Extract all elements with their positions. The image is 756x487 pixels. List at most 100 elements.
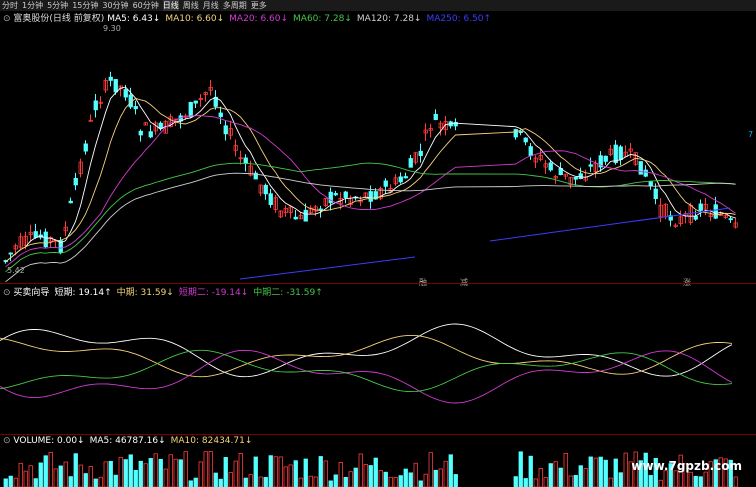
- volume-bar: [428, 452, 433, 487]
- candle-body: [293, 216, 298, 220]
- short-term-line: [0, 323, 733, 378]
- volume-bar: [538, 468, 543, 487]
- candle-body: [138, 130, 143, 136]
- volume-bar: [563, 452, 568, 487]
- volume-bar: [133, 469, 138, 487]
- volume-bar: [173, 458, 178, 487]
- volume-bar: [228, 472, 233, 487]
- volume-bar: [263, 477, 268, 487]
- candle-body: [698, 203, 703, 211]
- timeframe-7[interactable]: 周线: [183, 0, 199, 11]
- volume-bar: [88, 466, 93, 487]
- price-high-label: 9.30: [103, 24, 121, 33]
- timeframe-10[interactable]: 更多: [251, 0, 267, 11]
- volume-bar: [618, 472, 623, 487]
- volume-bar: [593, 457, 598, 487]
- volume-bar: [288, 464, 293, 487]
- volume-bar: [98, 476, 103, 487]
- timeframe-6[interactable]: 日线: [162, 0, 179, 11]
- volume-bar: [128, 454, 133, 487]
- timeframe-3[interactable]: 15分钟: [72, 0, 98, 11]
- candle-body: [93, 100, 98, 111]
- volume-bar: [218, 478, 223, 487]
- volume-bar: [403, 468, 408, 487]
- timeframe-2[interactable]: 5分钟: [47, 0, 68, 11]
- candle-body: [528, 146, 533, 157]
- volume-bar: [143, 463, 148, 487]
- volume-bar: [13, 477, 18, 487]
- volume-bar: [693, 475, 698, 487]
- volume-bar: [43, 455, 48, 487]
- volume-bar: [518, 451, 523, 487]
- ma5-line: [5, 86, 736, 263]
- volume-bar: [388, 476, 393, 487]
- volume-bar: [658, 479, 663, 487]
- volume-bar: [38, 462, 43, 487]
- volume-bar: [703, 471, 708, 487]
- volume-bar: [168, 454, 173, 487]
- volume-bar: [253, 456, 258, 487]
- candle-body: [123, 89, 128, 98]
- volume-bar: [438, 468, 443, 487]
- vol-legend-1: MA5: 46787.16↓: [89, 436, 166, 446]
- volume-bar: [298, 477, 303, 487]
- volume-bar: [688, 471, 693, 487]
- candle-body: [108, 76, 113, 81]
- candle-body: [318, 208, 323, 211]
- volume-bar: [28, 465, 33, 487]
- volume-bar: [548, 463, 553, 487]
- volume-bar: [573, 475, 578, 487]
- volume-bar: [23, 470, 28, 487]
- volume-bar: [318, 456, 323, 487]
- volume-legend: ⊙ VOLUME: 0.00↓ MA5: 46787.16↓ MA10: 82434…: [3, 436, 257, 446]
- volume-bar: [248, 474, 253, 487]
- mid-term-two-line: [0, 349, 733, 393]
- candle-body: [243, 157, 248, 165]
- timeframe-9[interactable]: 多周期: [223, 0, 247, 11]
- volume-bar: [338, 461, 343, 487]
- candle-body: [603, 155, 608, 162]
- volume-bar: [528, 455, 533, 487]
- candle-body: [148, 131, 153, 138]
- oscillator-chart[interactable]: [0, 296, 756, 436]
- candle-body: [343, 191, 348, 198]
- candle-body: [618, 146, 623, 160]
- volume-bar: [193, 477, 198, 487]
- volume-bar: [343, 477, 348, 487]
- volume-bar: [313, 476, 318, 487]
- candle-body: [588, 164, 593, 167]
- timeframe-8[interactable]: 月线: [203, 0, 219, 11]
- volume-bar: [33, 478, 38, 487]
- volume-bar: [118, 456, 123, 487]
- volume-bar: [208, 451, 213, 487]
- volume-bar: [453, 474, 458, 487]
- volume-bar: [588, 456, 593, 487]
- timeframe-0[interactable]: 分时: [2, 0, 18, 11]
- volume-bar: [198, 461, 203, 487]
- timeframe-1[interactable]: 1分钟: [22, 0, 43, 11]
- volume-bar: [103, 461, 108, 487]
- volume-bar: [203, 451, 208, 487]
- timeframe-5[interactable]: 60分钟: [133, 0, 159, 11]
- volume-bar: [148, 458, 153, 487]
- candle-body: [188, 101, 193, 118]
- volume-bar: [233, 460, 238, 487]
- right-price-label: 7: [748, 130, 754, 139]
- volume-bar: [323, 460, 328, 487]
- volume-bar: [48, 451, 53, 487]
- candle-body: [693, 216, 698, 220]
- volume-bar: [603, 459, 608, 487]
- candle-body: [578, 173, 583, 180]
- volume-bar: [413, 462, 418, 487]
- timeframe-4[interactable]: 30分钟: [102, 0, 128, 11]
- candle-body: [368, 191, 373, 202]
- volume-bar: [433, 469, 438, 487]
- short-term-two-line: [0, 349, 733, 404]
- volume-settings-icon[interactable]: ⊙: [3, 436, 11, 446]
- volume-bar: [333, 474, 338, 487]
- candlestick-chart[interactable]: [0, 21, 756, 291]
- volume-bar: [278, 456, 283, 487]
- volume-bar: [578, 465, 583, 487]
- volume-bar: [183, 451, 188, 487]
- volume-bar: [363, 463, 368, 487]
